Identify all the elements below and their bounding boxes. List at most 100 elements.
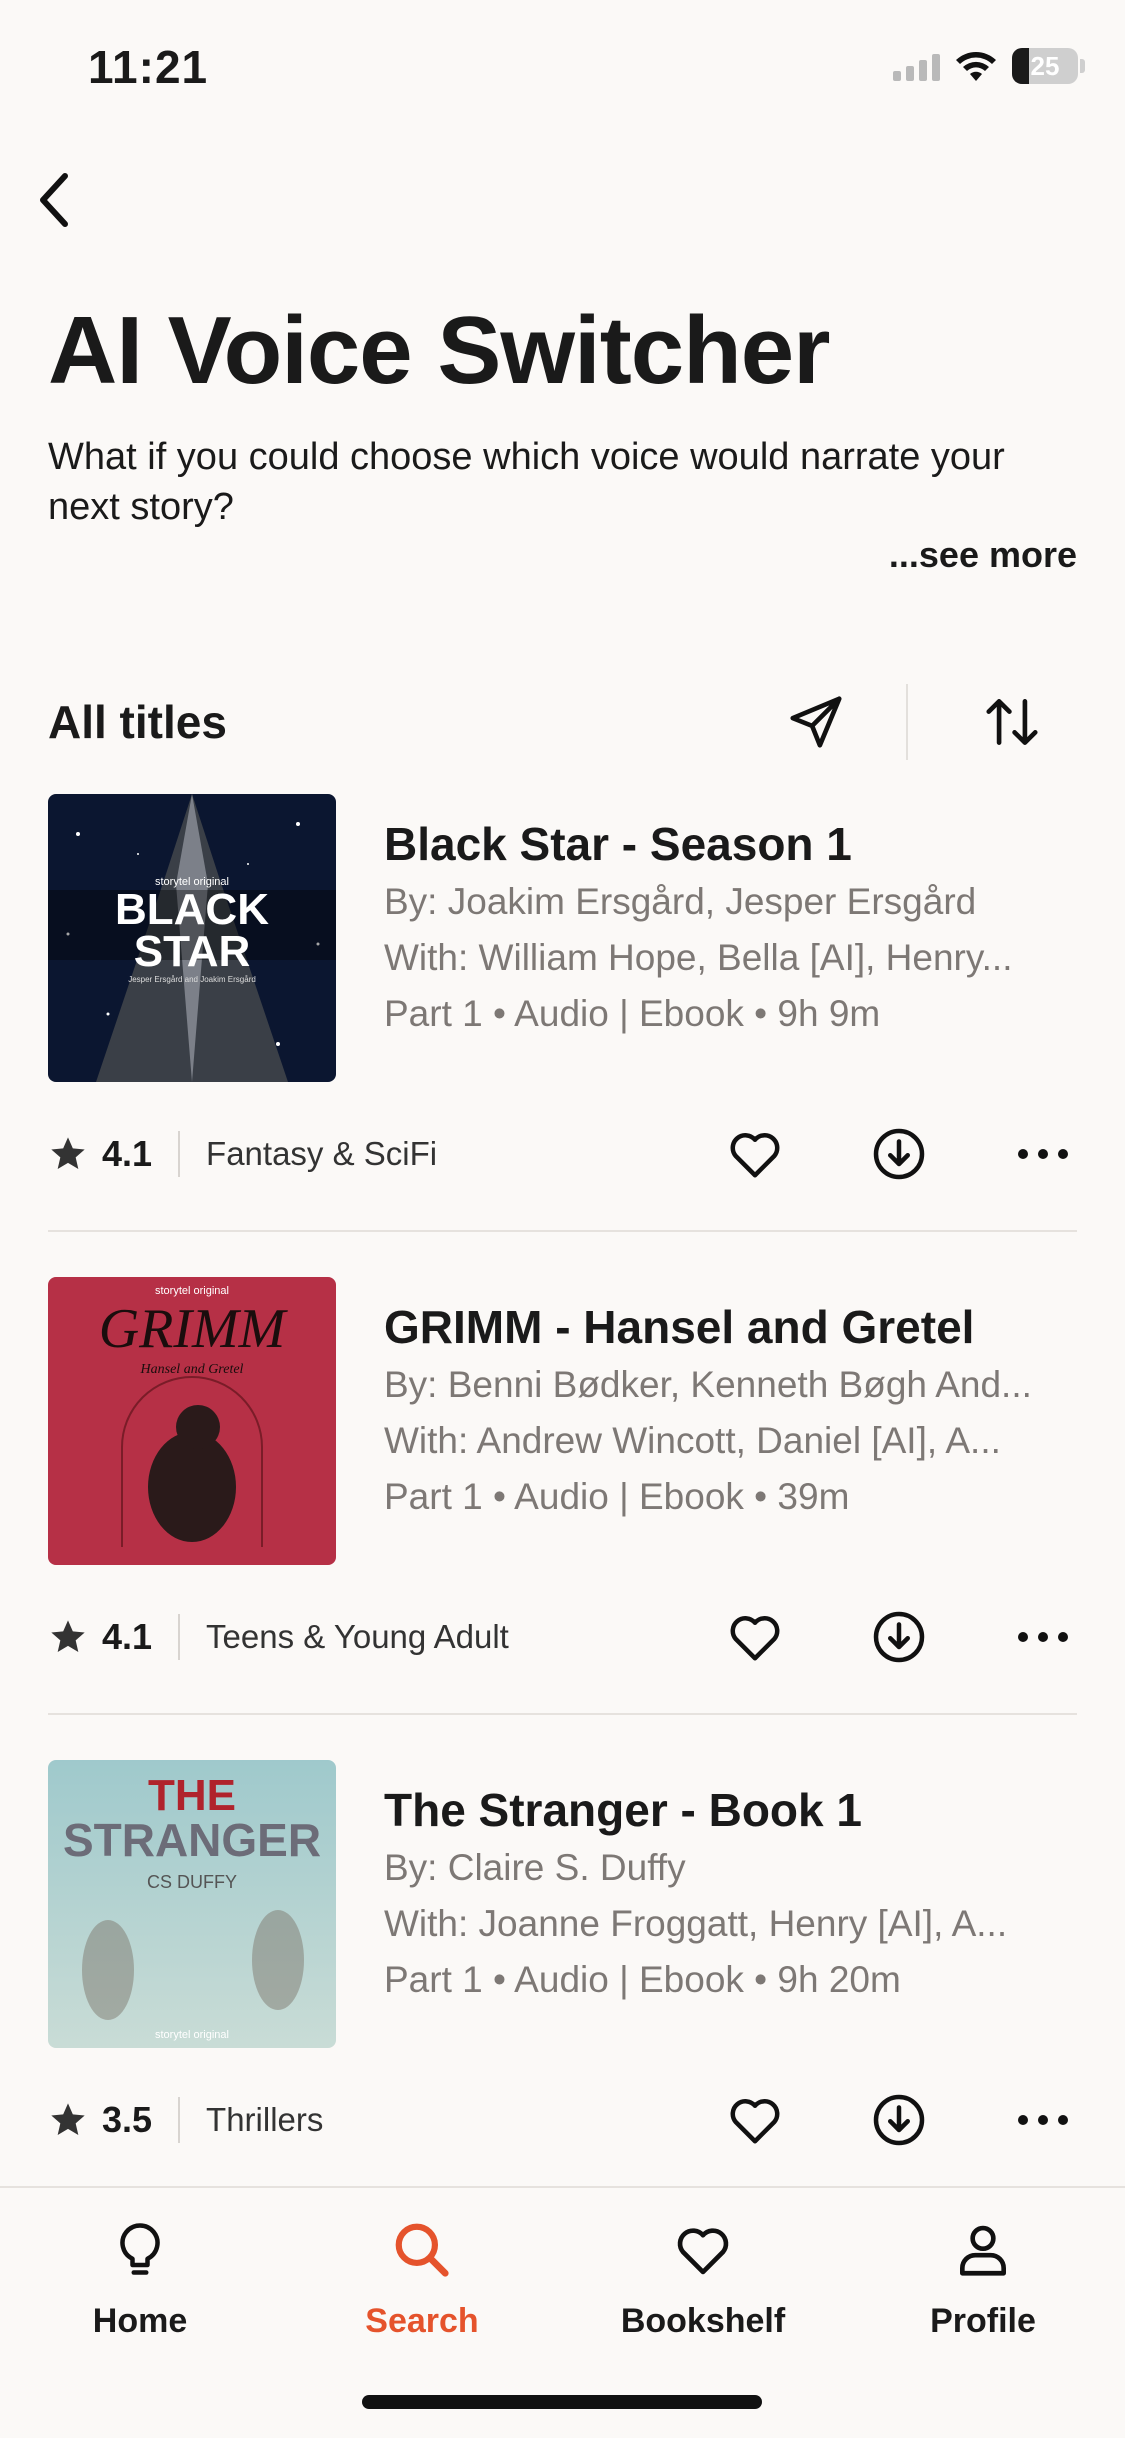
tab-profile-label: Profile [930,2302,1036,2340]
heart-icon [730,2099,780,2144]
the-stranger-cover-art: THE STRANGER CS DUFFY storytel original [48,1760,336,2048]
more-options-button[interactable] [1008,1119,1078,1189]
book-cover[interactable]: storytel original GRIMM Hansel and Grete… [48,1277,336,1565]
cover-title-line2: STRANGER [63,1814,321,1866]
book-info[interactable]: The Stranger - Book 1 By: Claire S. Duff… [384,1780,1084,2008]
book-narrators: With: William Hope, Bella [AI], Henry... [384,937,1013,978]
cover-title-line2: Hansel and Gretel [140,1362,244,1377]
book-meta: 4.1 Teens & Young Adult [48,1602,1077,1672]
share-button[interactable] [776,682,856,762]
list-title: All titles [48,696,227,748]
category-label[interactable]: Thrillers [206,2101,323,2139]
book-details: Part 1 • Audio | Ebook • 9h 20m [384,1959,901,2000]
sort-button[interactable] [972,682,1052,762]
rating-value: 3.5 [102,2099,153,2140]
download-icon [873,2094,925,2146]
book-info[interactable]: GRIMM - Hansel and Gretel By: Benni Bødk… [384,1297,1084,1525]
book-authors: By: Joakim Ersgård, Jesper Ersgård [384,881,977,922]
book-authors: By: Claire S. Duffy [384,1847,686,1888]
sort-arrows-icon [986,699,1038,745]
more-options-button[interactable] [1008,2085,1078,2155]
download-icon [873,1611,925,1663]
tab-home-label: Home [92,2302,188,2340]
header-divider [906,684,908,760]
book-authors: By: Benni Bødker, Kenneth Bøgh And... [384,1364,1032,1405]
person-icon [960,2225,1006,2276]
more-dots-icon [1018,2115,1068,2125]
book-details: Part 1 • Audio | Ebook • 9h 9m [384,993,881,1034]
download-icon [873,1128,925,1180]
page-title: AI Voice Switcher [48,297,830,404]
rating: 4.1 Fantasy & SciFi [48,1119,437,1189]
book-item: storytel original GRIMM Hansel and Grete… [48,1277,1077,1737]
rating: 3.5 Thrillers [48,2085,323,2155]
lightbulb-icon [120,2223,160,2275]
book-info[interactable]: Black Star - Season 1 By: Joakim Ersgård… [384,814,1084,1042]
back-button[interactable] [20,165,90,235]
book-cover[interactable]: THE STRANGER CS DUFFY storytel original [48,1760,336,2048]
tab-search-label: Search [365,2302,479,2340]
more-dots-icon [1018,1149,1068,1159]
favorite-button[interactable] [720,1119,790,1189]
book-details: Part 1 • Audio | Ebook • 39m [384,1476,850,1517]
book-cover[interactable]: storytel original BLACK STAR Jesper Ersg… [48,794,336,1082]
book-item: storytel original BLACK STAR Jesper Ersg… [48,794,1077,1254]
tab-home[interactable]: Home [40,2214,240,2354]
category-label[interactable]: Teens & Young Adult [206,1618,509,1656]
cover-title-line1: GRIMM [99,1298,289,1360]
chevron-left-icon [40,173,68,227]
cover-brand: storytel original [155,1285,229,1297]
more-options-button[interactable] [1008,1602,1078,1672]
cover-author: CS DUFFY [147,1872,237,1892]
book-title: The Stranger - Book 1 [384,1784,862,1836]
see-more-link[interactable]: ...see more [889,534,1077,576]
download-button[interactable] [864,1602,934,1672]
meta-divider [178,2097,181,2143]
rating-value: 4.1 [102,1133,153,1174]
cover-title-line2: STAR [134,927,251,976]
meta-divider [178,1614,181,1660]
cellular-signal-icon [893,51,940,81]
download-button[interactable] [864,1119,934,1189]
heart-icon [730,1133,780,1178]
send-icon [790,696,842,748]
item-separator [48,1713,1077,1715]
battery-cap [1080,59,1085,73]
tab-profile[interactable]: Profile [883,2214,1083,2354]
download-button[interactable] [864,2085,934,2155]
rating-value: 4.1 [102,1616,153,1657]
cover-credit: Jesper Ersgård and Joakim Ersgård [128,975,256,984]
favorite-button[interactable] [720,2085,790,2155]
book-title: GRIMM - Hansel and Gretel [384,1301,975,1353]
heart-icon [730,1616,780,1661]
book-narrators: With: Joanne Froggatt, Henry [AI], A... [384,1903,1008,1944]
wifi-icon [956,52,996,81]
battery-level: 25 [1030,50,1060,81]
page-description: What if you could choose which voice wou… [48,436,1005,528]
heart-icon [677,2228,729,2275]
book-narrators: With: Andrew Wincott, Daniel [AI], A... [384,1420,1001,1461]
battery-icon: 25 [1012,48,1078,84]
cover-brand: storytel original [155,2029,229,2041]
tab-search[interactable]: Search [322,2214,522,2354]
favorite-button[interactable] [720,1602,790,1672]
book-title: Black Star - Season 1 [384,818,852,870]
home-indicator [362,2395,762,2409]
star-icon [51,1137,85,1169]
star-icon [51,1620,85,1652]
grimm-cover-art: storytel original GRIMM Hansel and Grete… [48,1277,336,1565]
more-dots-icon [1018,1632,1068,1642]
tab-bookshelf[interactable]: Bookshelf [603,2214,803,2354]
status-icons: 25 [893,48,1085,84]
category-label[interactable]: Fantasy & SciFi [206,1135,437,1173]
rating: 4.1 Teens & Young Adult [48,1602,509,1672]
book-item: THE STRANGER CS DUFFY storytel original … [48,1760,1077,2220]
status-bar: 11:21 25 [0,0,1125,130]
meta-divider [178,1131,181,1177]
list-header: All titles [48,684,1077,760]
battery-fill [1012,48,1029,84]
black-star-cover-art: storytel original BLACK STAR Jesper Ersg… [48,794,336,1082]
book-meta: 4.1 Fantasy & SciFi [48,1119,1077,1189]
item-separator [48,1230,1077,1232]
status-time: 11:21 [88,41,209,93]
